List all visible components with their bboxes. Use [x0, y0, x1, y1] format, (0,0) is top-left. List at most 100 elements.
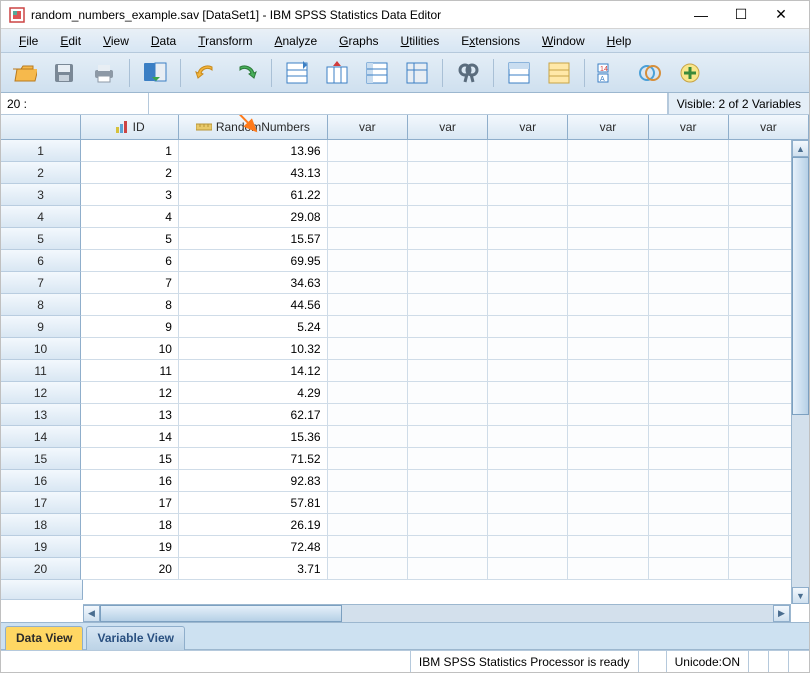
cell-randomnumbers[interactable]: 69.95 [179, 250, 328, 272]
scroll-left-arrow[interactable]: ◀ [83, 605, 100, 622]
cell-id[interactable]: 5 [81, 228, 179, 250]
cell-empty[interactable] [328, 514, 408, 536]
cell-empty[interactable] [408, 184, 488, 206]
grid-body[interactable]: 1113.962243.133361.224429.085515.576669.… [1, 140, 809, 602]
split-file-icon[interactable] [502, 56, 536, 90]
cell-empty[interactable] [488, 140, 568, 162]
menu-window[interactable]: Window [532, 31, 595, 51]
cell-empty[interactable] [568, 272, 648, 294]
cell-empty[interactable] [649, 316, 729, 338]
table-row[interactable]: 161692.83 [1, 470, 809, 492]
cell-empty[interactable] [649, 228, 729, 250]
cell-id[interactable]: 12 [81, 382, 179, 404]
cell-randomnumbers[interactable]: 5.24 [179, 316, 328, 338]
horizontal-scrollbar[interactable]: ◀ ▶ [83, 604, 791, 622]
cell-empty[interactable] [488, 250, 568, 272]
cell-empty[interactable] [408, 382, 488, 404]
close-button[interactable]: ✕ [761, 2, 801, 28]
row-header-empty[interactable] [1, 580, 83, 600]
cell-empty[interactable] [649, 558, 729, 580]
table-row[interactable]: 1113.96 [1, 140, 809, 162]
table-row[interactable]: 101010.32 [1, 338, 809, 360]
cell-empty[interactable] [328, 448, 408, 470]
cell-randomnumbers[interactable]: 15.57 [179, 228, 328, 250]
cell-empty[interactable] [488, 206, 568, 228]
cell-empty[interactable] [488, 184, 568, 206]
weight-cases-icon[interactable] [542, 56, 576, 90]
cell-empty[interactable] [328, 206, 408, 228]
column-header-id[interactable]: ID [81, 115, 179, 139]
row-header[interactable]: 12 [1, 382, 81, 404]
cell-empty[interactable] [649, 404, 729, 426]
cell-empty[interactable] [488, 448, 568, 470]
run-descriptives-icon[interactable] [400, 56, 434, 90]
cell-empty[interactable] [568, 536, 648, 558]
print-icon[interactable] [87, 56, 121, 90]
row-header[interactable]: 6 [1, 250, 81, 272]
menu-edit[interactable]: Edit [50, 31, 91, 51]
table-row[interactable]: 8844.56 [1, 294, 809, 316]
column-header-var-3[interactable]: var [488, 115, 568, 139]
cell-empty[interactable] [488, 470, 568, 492]
cell-randomnumbers[interactable]: 34.63 [179, 272, 328, 294]
menu-analyze[interactable]: Analyze [264, 31, 327, 51]
menu-extensions[interactable]: Extensions [451, 31, 530, 51]
cell-empty[interactable] [328, 162, 408, 184]
cell-id[interactable]: 4 [81, 206, 179, 228]
hscroll-thumb[interactable] [100, 605, 342, 622]
cell-empty[interactable] [649, 162, 729, 184]
table-row[interactable]: 7734.63 [1, 272, 809, 294]
cell-randomnumbers[interactable]: 3.71 [179, 558, 328, 580]
row-header[interactable]: 4 [1, 206, 81, 228]
vertical-scrollbar[interactable]: ▲ ▼ [791, 140, 809, 604]
value-labels-icon[interactable]: 14A [593, 56, 627, 90]
cell-id[interactable]: 20 [81, 558, 179, 580]
table-row[interactable]: 4429.08 [1, 206, 809, 228]
cell-empty[interactable] [408, 514, 488, 536]
cell-randomnumbers[interactable]: 62.17 [179, 404, 328, 426]
cell-empty[interactable] [408, 360, 488, 382]
cell-empty[interactable] [328, 404, 408, 426]
cell-randomnumbers[interactable]: 10.32 [179, 338, 328, 360]
row-header[interactable]: 8 [1, 294, 81, 316]
row-header[interactable]: 11 [1, 360, 81, 382]
cell-empty[interactable] [408, 492, 488, 514]
cell-randomnumbers[interactable]: 43.13 [179, 162, 328, 184]
cell-empty[interactable] [408, 470, 488, 492]
row-header[interactable]: 16 [1, 470, 81, 492]
cell-randomnumbers[interactable]: 15.36 [179, 426, 328, 448]
cell-id[interactable]: 18 [81, 514, 179, 536]
scroll-down-arrow[interactable]: ▼ [792, 587, 809, 604]
table-row[interactable]: 5515.57 [1, 228, 809, 250]
row-header[interactable]: 3 [1, 184, 81, 206]
scroll-up-arrow[interactable]: ▲ [792, 140, 809, 157]
goto-variable-icon[interactable] [320, 56, 354, 90]
cell-empty[interactable] [649, 448, 729, 470]
row-header[interactable]: 14 [1, 426, 81, 448]
cell-id[interactable]: 13 [81, 404, 179, 426]
table-row[interactable]: 2243.13 [1, 162, 809, 184]
cell-empty[interactable] [408, 404, 488, 426]
cell-randomnumbers[interactable]: 44.56 [179, 294, 328, 316]
cell-id[interactable]: 3 [81, 184, 179, 206]
cell-randomnumbers[interactable]: 29.08 [179, 206, 328, 228]
cell-id[interactable]: 2 [81, 162, 179, 184]
table-row[interactable]: 6669.95 [1, 250, 809, 272]
cell-empty[interactable] [488, 536, 568, 558]
table-row[interactable]: 12124.29 [1, 382, 809, 404]
cell-id[interactable]: 11 [81, 360, 179, 382]
cell-id[interactable]: 9 [81, 316, 179, 338]
cell-id[interactable]: 14 [81, 426, 179, 448]
row-header[interactable]: 17 [1, 492, 81, 514]
cell-empty[interactable] [568, 558, 648, 580]
cell-empty[interactable] [328, 338, 408, 360]
column-header-var-6[interactable]: var [729, 115, 809, 139]
cell-value-input[interactable] [149, 93, 668, 114]
column-header-randomnumbers[interactable]: RandomNumbers [179, 115, 328, 139]
cell-empty[interactable] [328, 360, 408, 382]
cell-empty[interactable] [488, 558, 568, 580]
column-header-var-1[interactable]: var [328, 115, 408, 139]
cell-id[interactable]: 6 [81, 250, 179, 272]
cell-empty[interactable] [649, 514, 729, 536]
cell-empty[interactable] [568, 162, 648, 184]
